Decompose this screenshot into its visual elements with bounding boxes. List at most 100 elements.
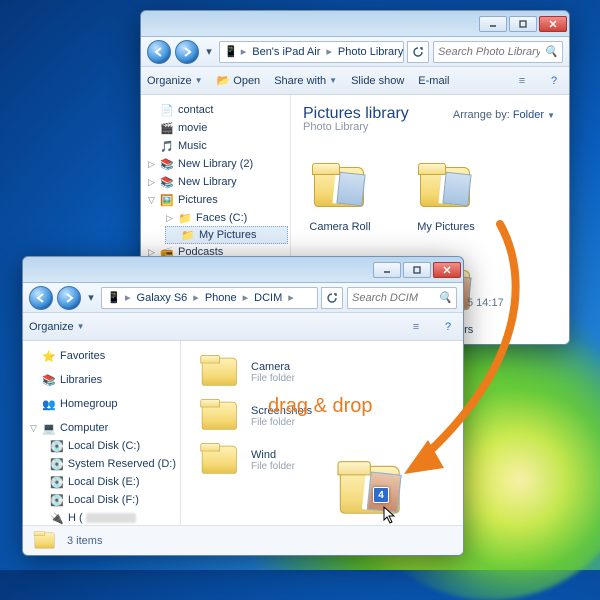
folder-label: Camera Roll xyxy=(303,221,377,234)
folder-label: My Pictures xyxy=(409,221,483,234)
drive-icon: 💽 xyxy=(49,438,65,454)
computer-icon: 💻 xyxy=(41,420,57,436)
crumb[interactable]: Galaxy S6 xyxy=(134,292,191,304)
list-item[interactable]: WindFile folder xyxy=(199,443,445,477)
crumb[interactable]: Phone xyxy=(202,292,240,304)
forward-button[interactable] xyxy=(175,40,199,64)
drive-icon: 💽 xyxy=(49,474,65,490)
folder-icon xyxy=(416,163,476,211)
tree-item-selected[interactable]: 📁My Pictures xyxy=(165,226,288,244)
search-input[interactable] xyxy=(352,292,434,304)
drive-icon: 💽 xyxy=(49,456,65,472)
tree-item[interactable]: 🔌H ( xyxy=(49,509,176,525)
tree-item[interactable]: 📄contact xyxy=(147,101,286,119)
breadcrumb[interactable]: 📱 ▸ Galaxy S6 ▸ Phone ▸ DCIM ▸ xyxy=(101,287,318,309)
email-button[interactable]: E-mail xyxy=(418,75,449,87)
tree-item[interactable]: ▷📚New Library (2) xyxy=(147,155,286,173)
forward-button[interactable] xyxy=(57,286,81,310)
back-button[interactable] xyxy=(29,286,53,310)
toolbar: Organize▼ ≡ ? xyxy=(23,313,463,341)
tree-item[interactable]: 💽System Reserved (D:) xyxy=(49,455,176,473)
tree-item[interactable]: 💽Local Disk (C:) xyxy=(49,437,176,455)
close-button[interactable] xyxy=(539,16,567,32)
status-bar: 3 items xyxy=(23,525,463,555)
folder-item[interactable]: My Pictures xyxy=(409,163,483,234)
minimize-button[interactable] xyxy=(373,262,401,278)
arrange-by[interactable]: Arrange by: Folder ▼ xyxy=(453,109,555,121)
device-icon: 📱 xyxy=(224,44,238,60)
tree-item[interactable]: 💽Local Disk (F:) xyxy=(49,491,176,509)
search-box[interactable]: 🔍 xyxy=(347,287,457,309)
nav-tree[interactable]: ⭐Favorites 📚Libraries 👥Homegroup ▽💻Compu… xyxy=(23,341,181,525)
tree-item[interactable]: ▽🖼️Pictures xyxy=(147,191,286,209)
libraries-icon: 📚 xyxy=(41,372,57,388)
window-body: ⭐Favorites 📚Libraries 👥Homegroup ▽💻Compu… xyxy=(23,341,463,525)
close-button[interactable] xyxy=(433,262,461,278)
back-button[interactable] xyxy=(147,40,171,64)
homegroup-icon: 👥 xyxy=(41,396,57,412)
search-icon: 🔍 xyxy=(544,45,558,58)
explorer-window-dcim[interactable]: ▾ 📱 ▸ Galaxy S6 ▸ Phone ▸ DCIM ▸ 🔍 Organ… xyxy=(22,256,464,556)
date-fragment: 5 14:17 xyxy=(467,297,504,309)
search-icon: 🔍 xyxy=(438,291,452,304)
drag-count-badge: 4 xyxy=(373,487,389,503)
folder-icon xyxy=(199,355,241,389)
tree-group-computer[interactable]: ▽💻Computer xyxy=(29,419,176,437)
nav-history-dropdown[interactable]: ▾ xyxy=(203,45,215,58)
tree-item[interactable]: ▷📚New Library xyxy=(147,173,286,191)
open-button[interactable]: 📂Open xyxy=(217,74,261,87)
device-icon: 📱 xyxy=(106,290,122,306)
list-item[interactable]: CameraFile folder xyxy=(199,355,445,389)
tree-group-favorites[interactable]: ⭐Favorites xyxy=(29,347,176,365)
maximize-button[interactable] xyxy=(509,16,537,32)
nav-row: ▾ 📱 ▸ Galaxy S6 ▸ Phone ▸ DCIM ▸ 🔍 xyxy=(23,283,463,313)
tree-item[interactable]: ▷📁Faces (C:) xyxy=(147,209,286,227)
search-box[interactable]: 🔍 xyxy=(433,41,563,63)
content-pane[interactable]: CameraFile folder ScreenshotsFile folder… xyxy=(181,341,463,525)
nav-history-dropdown[interactable]: ▾ xyxy=(85,291,97,304)
crumb[interactable]: Photo Library xyxy=(335,46,404,58)
drive-icon: 💽 xyxy=(49,492,65,508)
titlebar[interactable] xyxy=(23,257,463,283)
help-icon[interactable]: ? xyxy=(545,72,563,90)
refresh-button[interactable] xyxy=(321,287,343,309)
folder-icon xyxy=(199,443,241,477)
tree-group-homegroup[interactable]: 👥Homegroup xyxy=(29,395,176,413)
annotation-label: drag & drop xyxy=(268,395,373,418)
folder-item[interactable]: Camera Roll xyxy=(303,163,377,234)
toolbar: Organize▼ 📂Open Share with▼ Slide show E… xyxy=(141,67,569,95)
minimize-button[interactable] xyxy=(479,16,507,32)
redacted-text xyxy=(86,513,136,523)
library-subheading: Photo Library xyxy=(303,121,557,133)
tree-item[interactable]: 🎵Music xyxy=(147,137,286,155)
open-folder-icon: 📂 xyxy=(217,74,231,87)
network-drive-icon: 🔌 xyxy=(49,510,65,525)
status-folder-icon xyxy=(33,531,57,551)
item-type: File folder xyxy=(251,373,295,384)
organize-menu[interactable]: Organize▼ xyxy=(29,321,85,333)
share-menu[interactable]: Share with▼ xyxy=(274,75,337,87)
tree-item[interactable]: 💽Local Disk (E:) xyxy=(49,473,176,491)
status-text: 3 items xyxy=(67,535,102,547)
star-icon: ⭐ xyxy=(41,348,57,364)
organize-menu[interactable]: Organize▼ xyxy=(147,75,203,87)
item-type: File folder xyxy=(251,461,295,472)
maximize-button[interactable] xyxy=(403,262,431,278)
slideshow-button[interactable]: Slide show xyxy=(351,75,404,87)
help-icon[interactable]: ? xyxy=(439,318,457,336)
item-type: File folder xyxy=(251,417,312,428)
view-options-icon[interactable]: ≡ xyxy=(513,72,531,90)
folder-icon xyxy=(310,163,370,211)
tree-item[interactable]: 🎬movie xyxy=(147,119,286,137)
nav-row: ▾ 📱 ▸ Ben's iPad Air ▸ Photo Library ▸ 🔍 xyxy=(141,37,569,67)
titlebar[interactable] xyxy=(141,11,569,37)
crumb[interactable]: DCIM xyxy=(251,292,285,304)
tree-group-libraries[interactable]: 📚Libraries xyxy=(29,371,176,389)
refresh-button[interactable] xyxy=(407,41,429,63)
crumb[interactable]: Ben's iPad Air xyxy=(249,46,323,58)
view-options-icon[interactable]: ≡ xyxy=(407,318,425,336)
folder-icon xyxy=(199,399,241,433)
item-name: Camera xyxy=(251,361,295,373)
search-input[interactable] xyxy=(438,46,540,58)
breadcrumb[interactable]: 📱 ▸ Ben's iPad Air ▸ Photo Library ▸ xyxy=(219,41,404,63)
